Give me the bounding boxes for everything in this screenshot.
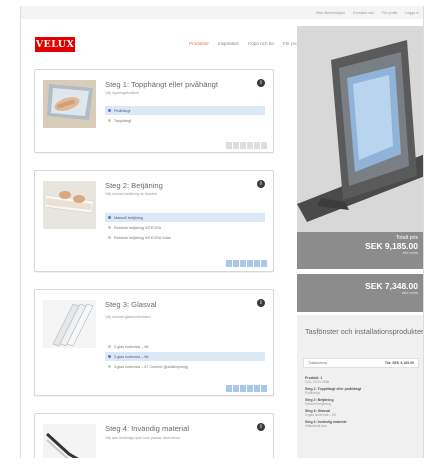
summary-list: Produkt: 1 GGL CK04 3066 Steg 1: Topphän… xyxy=(305,376,417,431)
page-frame: Hitta återförsäljare Kontakta oss För pr… xyxy=(20,6,424,458)
pager-segment[interactable] xyxy=(233,385,239,392)
info-icon[interactable]: i xyxy=(257,299,265,307)
option-label: 3-glas isolerruta – 66 xyxy=(114,354,149,359)
step-2-pager xyxy=(226,260,267,267)
step-2-title: Steg 2: Betjäning xyxy=(105,181,163,190)
step-4-subtitle: Välj den invändiga ytan som passar dina … xyxy=(105,436,181,440)
summary-panel: Tasfönster och installationsprodukter To… xyxy=(297,315,424,458)
net-price-note: exkl. moms xyxy=(401,291,418,295)
summary-item: Steg 1: Topphängt eller pivåhängt Pivåhä… xyxy=(305,387,417,395)
pager-segment[interactable] xyxy=(226,142,232,149)
step-2-image xyxy=(43,181,96,229)
total-price-value: SEK 9,185.00 xyxy=(365,241,418,251)
radio-icon xyxy=(108,226,111,229)
step-3-option-2[interactable]: 3-glas isolerruta – 66 xyxy=(105,352,265,361)
step-1-pager xyxy=(226,142,267,149)
summary-tab-total: Tot: SEK 9,185.00 xyxy=(384,361,414,365)
option-label: 2-glas isolerruta – 65 xyxy=(114,344,149,349)
utility-link-contact[interactable]: Kontakta oss xyxy=(353,11,374,15)
radio-selected-icon xyxy=(108,355,111,358)
summary-item-value: 3-glas isolerruta – 66 xyxy=(305,413,336,417)
pager-segment[interactable] xyxy=(261,260,267,267)
pager-segment[interactable] xyxy=(233,260,239,267)
step-4-title: Steg 4: Invändig material xyxy=(105,424,190,433)
pager-segment[interactable] xyxy=(233,142,239,149)
net-price-box: SEK 7,348.00 exkl. moms xyxy=(297,274,423,312)
summary-item: Steg 2: Betjäning Manuell betjäning xyxy=(305,398,417,406)
info-icon[interactable]: i xyxy=(257,79,265,87)
step-card-4: Steg 4: Invändig material Välj den invän… xyxy=(34,413,274,458)
velux-logo[interactable]: VELUX xyxy=(35,37,75,52)
radio-icon xyxy=(108,345,111,348)
pager-segment[interactable] xyxy=(261,142,267,149)
info-icon[interactable]: i xyxy=(257,423,265,431)
step-1-option-1[interactable]: Pivåhängt xyxy=(105,106,265,115)
utility-bar: Hitta återförsäljare Kontakta oss För pr… xyxy=(21,6,423,19)
option-label: Elektrisk betjäning INTEGRA Solar xyxy=(114,235,171,240)
summary-item-value: Manuell betjäning xyxy=(305,402,331,406)
step-card-2: Steg 2: Betjäning Välj önskad betjäning … xyxy=(34,170,274,272)
summary-tab-label[interactable]: Totalsumma xyxy=(308,361,327,365)
step-3-option-1[interactable]: 2-glas isolerruta – 65 xyxy=(105,342,265,351)
step-2-option-2[interactable]: Elektrisk betjäning INTEGRA xyxy=(105,223,265,232)
pager-segment[interactable] xyxy=(226,385,232,392)
step-2-option-3[interactable]: Elektrisk betjäning INTEGRA Solar xyxy=(105,233,265,242)
net-price-value: SEK 7,348.00 xyxy=(365,281,418,291)
radio-selected-icon xyxy=(108,109,111,112)
summary-title: Tasfönster och installationsprodukter xyxy=(305,327,424,336)
pager-segment[interactable] xyxy=(247,142,253,149)
info-icon[interactable]: i xyxy=(257,180,265,188)
utility-link-pro[interactable]: För proffs xyxy=(382,11,397,15)
product-image xyxy=(297,26,423,232)
step-2-option-1[interactable]: Manuell betjäning xyxy=(105,213,265,222)
summary-item: Steg 3: Glasval 3-glas isolerruta – 66 xyxy=(305,409,417,417)
radio-icon xyxy=(108,236,111,239)
step-1-title: Steg 1: Topphängt eller pivåhängt xyxy=(105,80,219,89)
nav-item-buy-and-live[interactable]: Köpa och bo xyxy=(248,41,274,46)
step-3-title: Steg 3: Glasval xyxy=(105,300,157,309)
step-4-image xyxy=(43,424,96,458)
pager-segment[interactable] xyxy=(254,142,260,149)
pager-segment[interactable] xyxy=(240,142,246,149)
summary-item-value: GGL CK04 3066 xyxy=(305,380,330,384)
nav-item-inspiration[interactable]: Inspiration xyxy=(218,41,239,46)
pager-segment[interactable] xyxy=(240,260,246,267)
step-card-1: Steg 1: Topphängt eller pivåhängt Välj ö… xyxy=(34,69,274,153)
step-3-subtitle: Välj önskad glaskombination xyxy=(105,315,151,319)
summary-item: Produkt: 1 GGL CK04 3066 xyxy=(305,376,417,384)
pager-segment[interactable] xyxy=(226,260,232,267)
option-label: Elektrisk betjäning INTEGRA xyxy=(114,225,162,230)
step-1-subtitle: Välj öppningsfunktion xyxy=(105,91,140,95)
step-3-image xyxy=(43,300,96,348)
radio-icon xyxy=(108,365,111,368)
pager-segment[interactable] xyxy=(261,385,267,392)
pager-segment[interactable] xyxy=(254,385,260,392)
option-label: Topphängt xyxy=(114,118,132,123)
summary-item: Steg 4: Invändig material Vitlackerat fu… xyxy=(305,420,417,428)
summary-item-value: Vitlackerat furu xyxy=(305,424,327,428)
step-2-subtitle: Välj önskad betjäning av fönstret xyxy=(105,192,157,196)
option-label: Pivåhängt xyxy=(114,108,131,113)
summary-tabs[interactable]: Totalsumma Tot: SEK 9,185.00 xyxy=(303,358,419,368)
option-label: 3-glas isolerruta – 67 Comfort (ljuddämp… xyxy=(114,364,188,369)
utility-link-login[interactable]: Logga in xyxy=(405,11,419,15)
pager-segment[interactable] xyxy=(240,385,246,392)
pager-segment[interactable] xyxy=(247,260,253,267)
utility-link-dealer[interactable]: Hitta återförsäljare xyxy=(316,11,345,15)
step-1-option-2[interactable]: Topphängt xyxy=(105,116,265,125)
step-1-image xyxy=(43,80,96,128)
radio-icon xyxy=(108,119,111,122)
step-card-3: Steg 3: Glasval Välj önskad glaskombinat… xyxy=(34,289,274,396)
total-price-box: Totalt pris SEK 9,185.00 inkl. moms xyxy=(297,232,423,269)
option-label: Manuell betjäning xyxy=(114,215,143,220)
summary-item-value: Pivåhängt xyxy=(305,391,320,395)
total-price-note: inkl. moms xyxy=(402,251,418,255)
radio-selected-icon xyxy=(108,216,111,219)
step-3-pager xyxy=(226,385,267,392)
nav-item-products[interactable]: Produkter xyxy=(189,41,209,46)
step-3-option-3[interactable]: 3-glas isolerruta – 67 Comfort (ljuddämp… xyxy=(105,362,265,371)
pager-segment[interactable] xyxy=(254,260,260,267)
pager-segment[interactable] xyxy=(247,385,253,392)
